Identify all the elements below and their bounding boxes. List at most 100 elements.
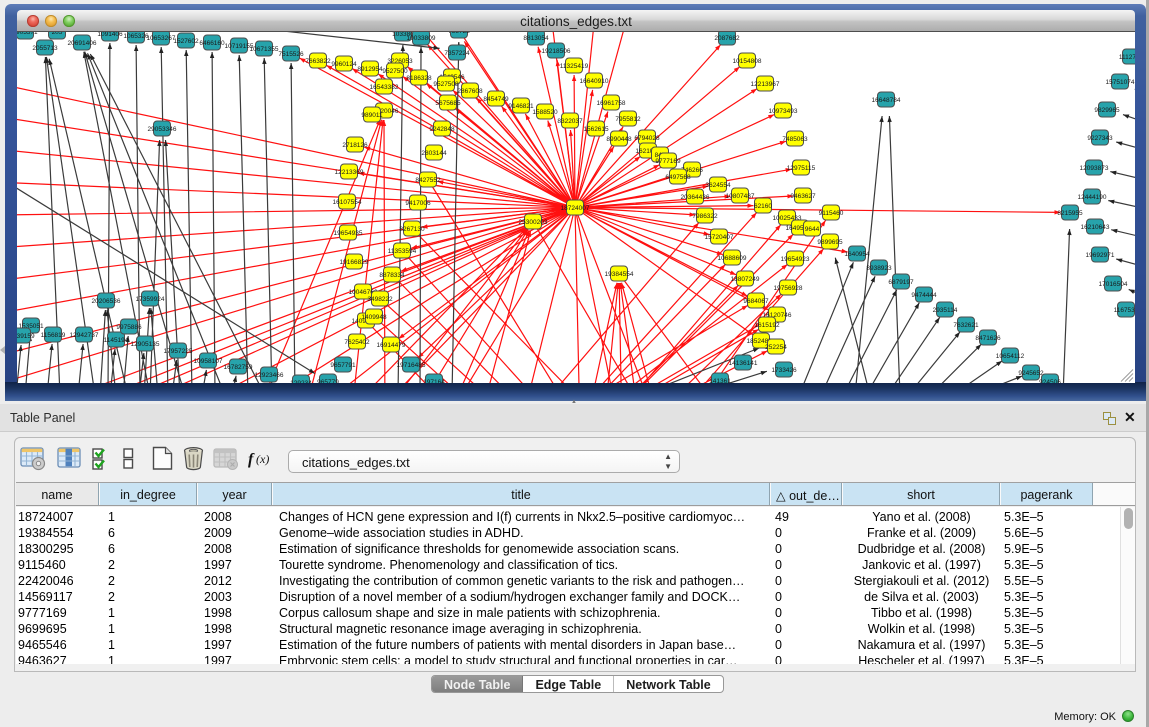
- svg-text:62160: 62160: [754, 203, 772, 210]
- svg-text:6466160: 6466160: [199, 40, 225, 47]
- svg-text:7485063: 7485063: [782, 136, 808, 143]
- svg-text:2935114: 2935114: [933, 307, 958, 314]
- svg-text:8912954: 8912954: [357, 66, 383, 73]
- svg-text:8878334: 8878334: [379, 272, 405, 279]
- svg-text:2087682: 2087682: [714, 35, 740, 42]
- svg-text:2718126: 2718126: [342, 142, 368, 149]
- svg-text:17957225: 17957225: [164, 348, 193, 355]
- svg-text:9242848: 9242848: [429, 126, 455, 133]
- svg-text:9899695: 9899695: [817, 239, 843, 246]
- svg-text:17016504: 17016504: [1099, 281, 1128, 288]
- svg-text:8215955: 8215955: [1057, 210, 1083, 217]
- svg-text:9777169: 9777169: [655, 158, 681, 165]
- svg-text:19756928: 19756928: [774, 285, 803, 292]
- svg-text:29053346: 29053346: [148, 126, 177, 133]
- svg-text:1167533: 1167533: [1114, 307, 1135, 314]
- svg-text:15720407: 15720407: [705, 234, 734, 241]
- svg-text:9829965: 9829965: [1094, 107, 1120, 114]
- svg-text:16961758: 16961758: [597, 100, 626, 107]
- svg-text:10653267: 10653267: [147, 35, 176, 42]
- svg-text:8267130: 8267130: [399, 226, 425, 233]
- svg-text:16543382: 16543382: [370, 84, 399, 91]
- svg-text:9227343: 9227343: [1087, 135, 1113, 142]
- svg-text:9474444: 9474444: [911, 292, 937, 299]
- svg-text:19384554: 19384554: [605, 271, 634, 278]
- svg-text:2867608: 2867608: [457, 88, 483, 95]
- svg-text:19218506: 19218506: [542, 48, 571, 55]
- svg-text:10958107: 10958107: [194, 358, 223, 365]
- svg-text:19716485: 19716485: [397, 362, 426, 369]
- svg-text:10807487: 10807487: [726, 193, 755, 200]
- svg-text:8454749: 8454749: [483, 96, 509, 103]
- svg-text:6879197: 6879197: [888, 279, 914, 286]
- svg-text:20364436: 20364436: [681, 194, 710, 201]
- svg-text:9146821: 9146821: [508, 103, 534, 110]
- svg-text:9417006: 9417006: [405, 200, 431, 207]
- svg-text:16914479: 16914479: [377, 342, 406, 349]
- svg-text:8813054: 8813054: [523, 35, 549, 42]
- svg-text:1065326: 1065326: [123, 33, 149, 40]
- svg-text:11353594: 11353594: [388, 248, 417, 255]
- svg-text:735722: 735722: [448, 32, 470, 35]
- svg-text:1156819: 1156819: [41, 332, 66, 339]
- svg-text:f: f: [248, 451, 255, 468]
- svg-text:9960124: 9960124: [331, 61, 357, 68]
- svg-text:989011: 989011: [361, 112, 383, 119]
- svg-text:1640954: 1640954: [844, 251, 870, 258]
- svg-text:12975115: 12975115: [787, 165, 816, 172]
- svg-text:12213369: 12213369: [335, 169, 364, 176]
- svg-text:19692971: 19692971: [1086, 252, 1115, 259]
- svg-text:12905135: 12905135: [131, 341, 160, 348]
- svg-text:16107554: 16107554: [333, 199, 362, 206]
- svg-text:8471626: 8471626: [975, 335, 1001, 342]
- svg-text:12942737: 12942737: [70, 332, 99, 339]
- svg-text:12093873: 12093873: [1080, 165, 1109, 172]
- svg-text:20691406: 20691406: [68, 40, 97, 47]
- svg-text:12923466: 12923466: [255, 372, 284, 379]
- svg-text:10654112: 10654112: [996, 353, 1025, 360]
- svg-text:17359924: 17359924: [136, 296, 165, 303]
- svg-text:1145194: 1145194: [104, 337, 129, 344]
- svg-text:12444190: 12444190: [1078, 194, 1107, 201]
- svg-text:7625402: 7625402: [344, 339, 370, 346]
- svg-text:20206536: 20206536: [92, 298, 121, 305]
- svg-text:18724007: 18724007: [561, 205, 590, 212]
- svg-text:2055713: 2055713: [32, 45, 58, 52]
- svg-text:8990448: 8990448: [606, 136, 632, 143]
- svg-text:1562615: 1562615: [583, 126, 609, 133]
- svg-text:7357224: 7357224: [444, 50, 470, 57]
- svg-text:9644: 9644: [805, 226, 820, 233]
- svg-text:7632621: 7632621: [953, 322, 979, 329]
- svg-text:10973493: 10973493: [769, 108, 798, 115]
- svg-text:9527500: 9527500: [382, 68, 408, 75]
- svg-text:9657791: 9657791: [330, 362, 356, 369]
- svg-text:141361: 141361: [709, 378, 731, 383]
- svg-text:5675685: 5675685: [435, 100, 461, 107]
- svg-text:8427552: 8427552: [415, 177, 441, 184]
- svg-text:205: 205: [52, 32, 63, 36]
- svg-text:197164: 197164: [423, 379, 445, 383]
- svg-text:7955812: 7955812: [615, 116, 641, 123]
- svg-text:(x): (x): [256, 452, 269, 466]
- svg-text:3624554: 3624554: [705, 182, 731, 189]
- svg-text:15751074: 15751074: [1106, 79, 1135, 86]
- svg-text:10671355: 10671355: [250, 46, 279, 53]
- svg-text:8139159: 8139159: [17, 333, 35, 340]
- svg-text:8322037: 8322037: [557, 118, 583, 125]
- svg-text:16210643: 16210643: [1081, 224, 1110, 231]
- svg-text:8186328: 8186328: [406, 75, 432, 82]
- svg-text:6794028: 6794028: [634, 135, 660, 142]
- svg-text:1588520: 1588520: [532, 109, 558, 116]
- svg-text:9463627: 9463627: [790, 193, 816, 200]
- svg-text:1905571: 1905571: [17, 32, 38, 36]
- svg-text:1112777: 1112777: [1119, 54, 1135, 61]
- svg-text:9684067: 9684067: [743, 298, 769, 305]
- svg-text:7663822: 7663822: [305, 58, 331, 65]
- svg-text:18807249: 18807249: [731, 276, 760, 283]
- svg-text:1615192: 1615192: [754, 322, 780, 329]
- svg-text:16648784: 16648784: [872, 97, 901, 104]
- svg-text:25300203: 25300203: [519, 219, 548, 226]
- svg-text:1409948: 1409948: [361, 314, 387, 321]
- svg-text:129234: 129234: [290, 380, 312, 383]
- svg-text:7515526: 7515526: [278, 51, 304, 58]
